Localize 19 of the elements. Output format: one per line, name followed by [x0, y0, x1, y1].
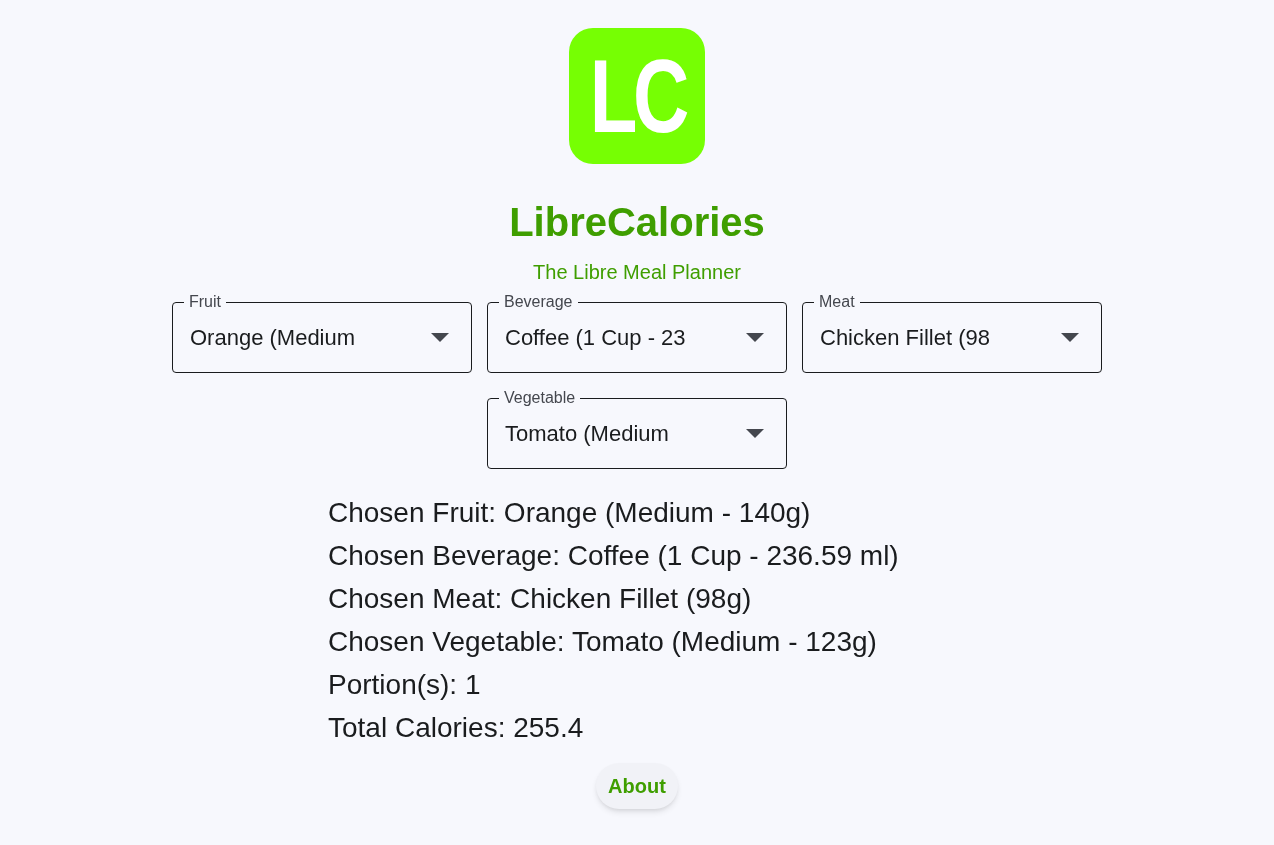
- summary-line: Chosen Fruit: Orange (Medium - 140g): [328, 496, 812, 530]
- selected-value: Tomato (Medium: [505, 420, 670, 448]
- summary-line: Chosen Meat: Chicken Fillet (98g): [328, 582, 753, 616]
- summary-line: Portion(s): 1: [328, 668, 482, 702]
- app-logo: LC: [569, 28, 705, 164]
- summary-line: Chosen Vegetable: Tomato (Medium - 123g): [328, 625, 878, 659]
- field-label: Vegetable: [499, 389, 581, 407]
- selected-value: Coffee (1 Cup - 23: [505, 324, 687, 352]
- app-title: LibreCalories: [509, 199, 765, 246]
- dropdown-arrow-icon: [746, 429, 764, 438]
- selected-value: Orange (Medium: [190, 324, 357, 352]
- field-label: Beverage: [499, 293, 578, 311]
- summary-line: Total Calories: 255.4: [328, 711, 585, 745]
- dropdown-arrow-icon: [1061, 333, 1079, 342]
- summary-line: Chosen Beverage: Coffee (1 Cup - 236.59 ml): [328, 539, 900, 573]
- dropdown-arrow-icon: [746, 333, 764, 342]
- selected-value: Chicken Fillet (98: [820, 324, 991, 352]
- dropdown-arrow-icon: [431, 333, 449, 342]
- app-subtitle: The Libre Meal Planner: [533, 260, 741, 284]
